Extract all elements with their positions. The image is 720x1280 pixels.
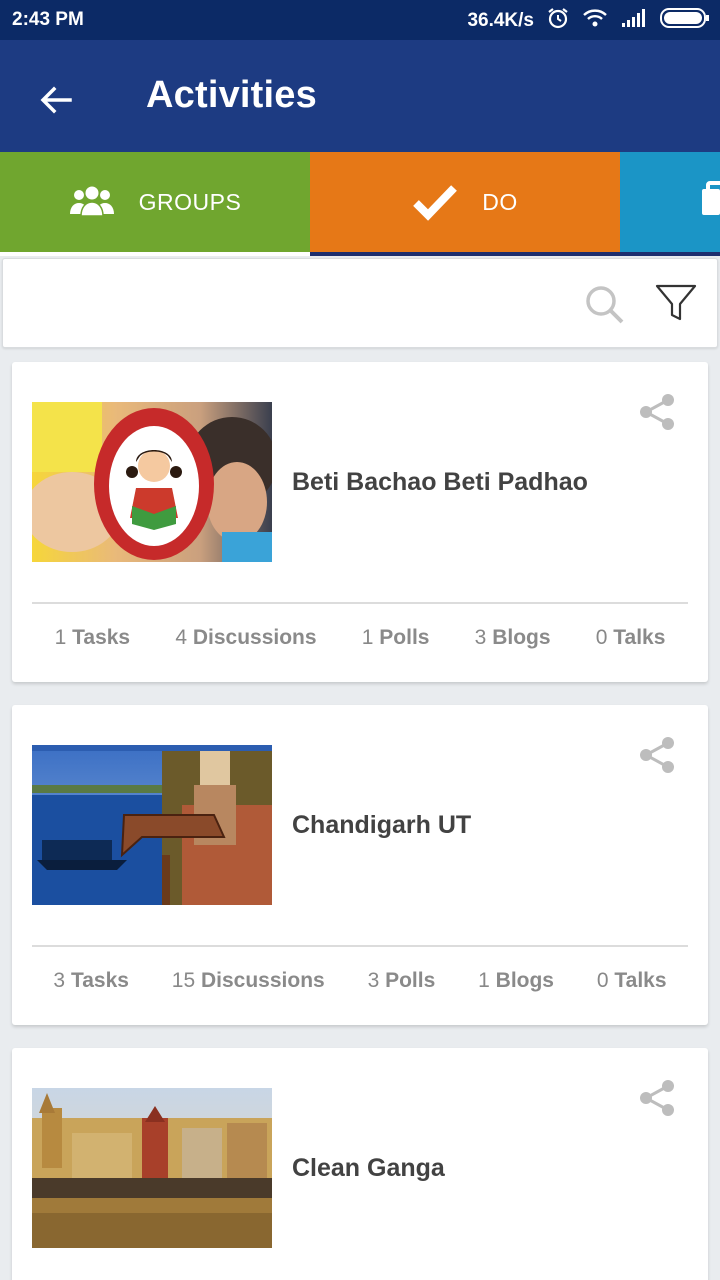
activity-image (32, 745, 272, 905)
search-icon[interactable] (583, 283, 625, 329)
network-speed: 36.4K/s (467, 10, 534, 31)
checkmark-icon (412, 183, 458, 221)
stat-polls[interactable]: 1 Polls (362, 626, 430, 650)
app-bar: Activities (0, 40, 720, 152)
filter-icon[interactable] (655, 283, 697, 327)
activity-title[interactable]: Chandigarh UT (292, 811, 471, 840)
status-time: 2:43 PM (12, 9, 84, 30)
stat-talks[interactable]: 0 Talks (597, 969, 667, 993)
tab-groups-label: GROUPS (138, 188, 242, 215)
arrow-left-icon (40, 86, 72, 114)
stat-tasks[interactable]: 1 Tasks (55, 626, 131, 650)
back-button[interactable] (30, 74, 82, 126)
activity-card[interactable]: Chandigarh UT 3 Tasks 15 Discussions 3 P… (12, 705, 708, 1025)
active-tab-indicator (310, 252, 720, 256)
page-title: Activities (146, 74, 317, 116)
stat-discussions[interactable]: 15 Discussions (172, 969, 325, 993)
battery-icon (660, 7, 710, 35)
tab-bar: GROUPS DO (0, 152, 720, 256)
activity-title[interactable]: Clean Ganga (292, 1154, 445, 1183)
stat-blogs[interactable]: 3 Blogs (475, 626, 551, 650)
activity-card[interactable]: Beti Bachao Beti Padhao 1 Tasks 4 Discus… (12, 362, 708, 682)
copy-icon (702, 181, 720, 223)
activity-stats: 1 Tasks 4 Discussions 1 Polls 3 Blogs 0 … (32, 626, 688, 650)
activity-card[interactable]: Clean Ganga (12, 1048, 708, 1280)
activity-image (32, 402, 272, 562)
tab-do-label: DO (482, 188, 518, 215)
search-bar[interactable] (2, 258, 718, 348)
share-icon[interactable] (638, 735, 678, 779)
alarm-icon (546, 6, 570, 36)
wifi-icon (582, 7, 608, 35)
status-icons: 36.4K/s (467, 6, 710, 36)
activity-title[interactable]: Beti Bachao Beti Padhao (292, 468, 588, 497)
tab-do[interactable]: DO (310, 152, 620, 252)
group-icon (69, 186, 115, 218)
card-divider (32, 602, 688, 604)
stat-talks[interactable]: 0 Talks (596, 626, 666, 650)
activity-image (32, 1088, 272, 1248)
stat-polls[interactable]: 3 Polls (368, 969, 436, 993)
share-icon[interactable] (638, 392, 678, 436)
stat-discussions[interactable]: 4 Discussions (175, 626, 316, 650)
status-bar: 2:43 PM 36.4K/s (0, 0, 720, 40)
activity-stats: 3 Tasks 15 Discussions 3 Polls 1 Blogs 0… (32, 969, 688, 993)
stat-tasks[interactable]: 3 Tasks (53, 969, 129, 993)
card-divider (32, 945, 688, 947)
tab-groups[interactable]: GROUPS (0, 152, 310, 252)
stat-blogs[interactable]: 1 Blogs (478, 969, 554, 993)
share-icon[interactable] (638, 1078, 678, 1122)
signal-icon (620, 7, 648, 35)
tab-more[interactable] (620, 152, 720, 252)
